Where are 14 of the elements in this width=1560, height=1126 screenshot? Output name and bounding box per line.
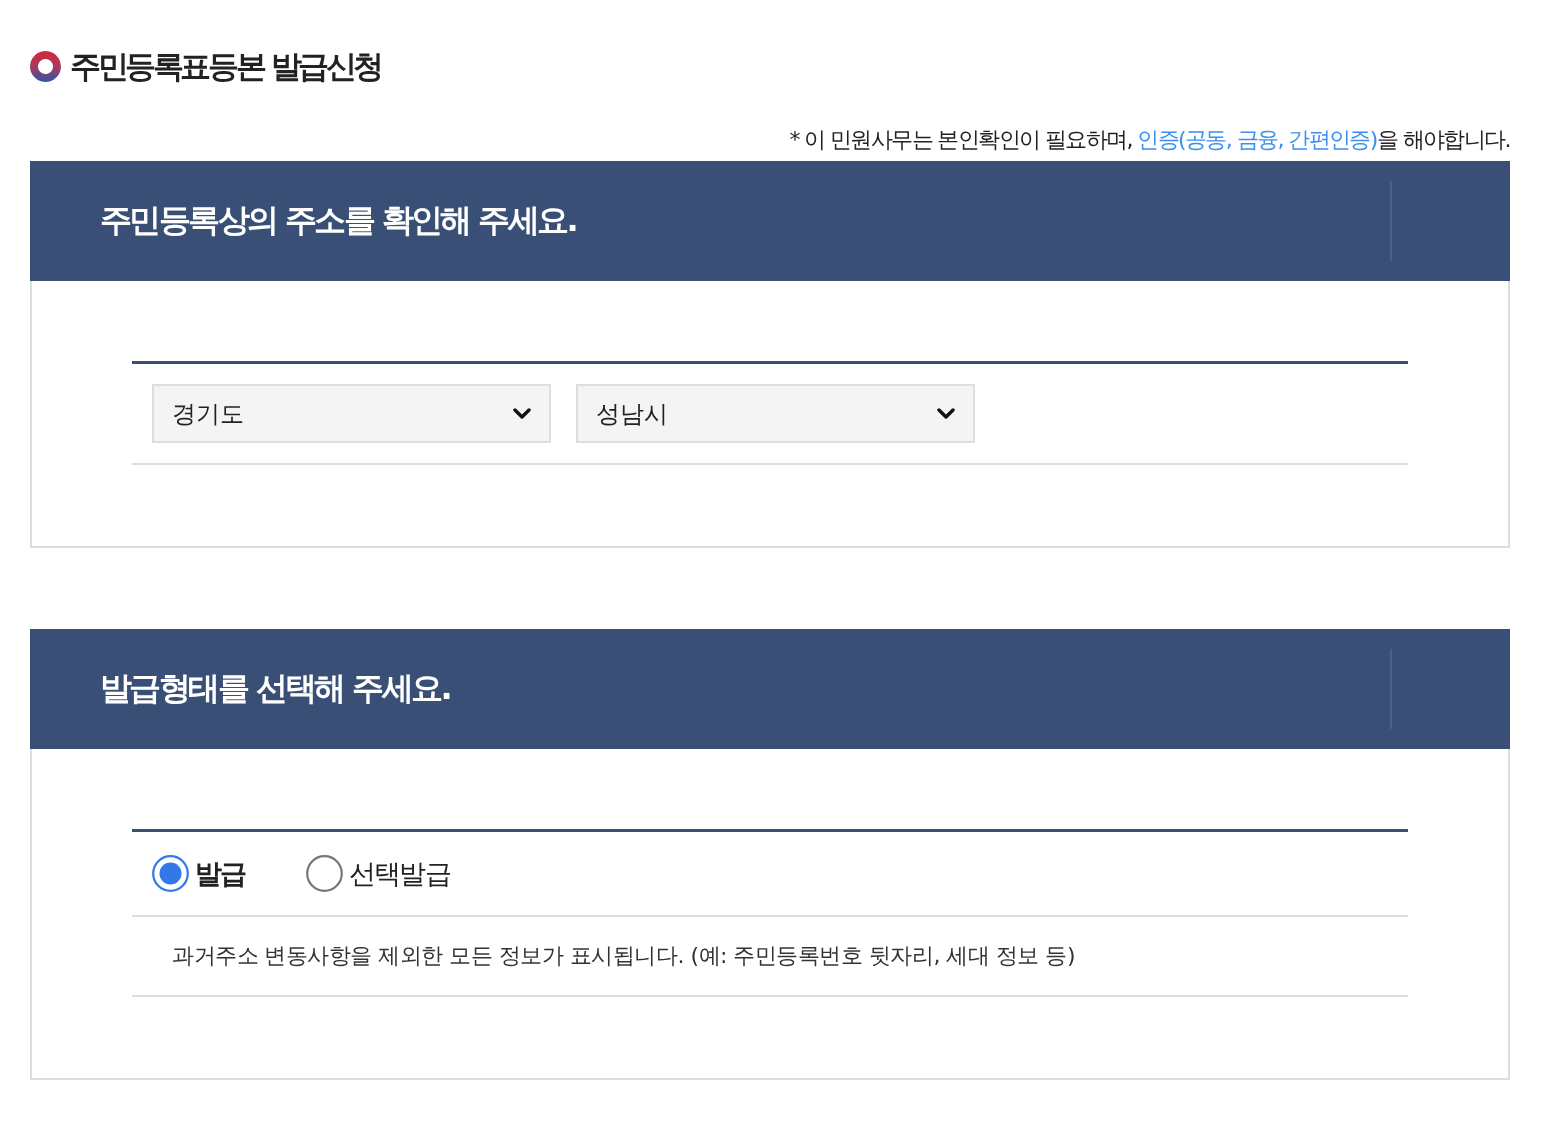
circle-emblem-icon xyxy=(30,50,61,82)
dropdown[interactable]: 성남시 xyxy=(576,384,975,443)
section-title: 주민등록상의 주소를 확인해 주세요. xyxy=(100,200,578,241)
dropdown[interactable]: 경기도 xyxy=(152,384,551,443)
radio-button[interactable] xyxy=(152,855,189,892)
chevron-down-icon xyxy=(513,407,531,420)
chevron-down-icon xyxy=(937,407,955,420)
radio-label[interactable]: 발급 xyxy=(195,855,246,892)
radio-button[interactable] xyxy=(306,855,343,892)
notice-text: * 이 민원사무는 본인확인이 필요하며, 인증(공동, 금융, 간편인증)을 해야합니다. xyxy=(789,129,1510,151)
section-title: 발급형태를 선택해 주세요. xyxy=(100,668,452,709)
radio-label[interactable]: 선택발급 xyxy=(349,855,450,892)
description-text: 과거주소 변동사항을 제외한 모든 정보가 표시됩니다. (예: 주민등록번호 뒷자리, 세대 정보 등) xyxy=(172,942,1075,970)
page-title: 주민등록표등본 발급신청 xyxy=(70,47,381,86)
